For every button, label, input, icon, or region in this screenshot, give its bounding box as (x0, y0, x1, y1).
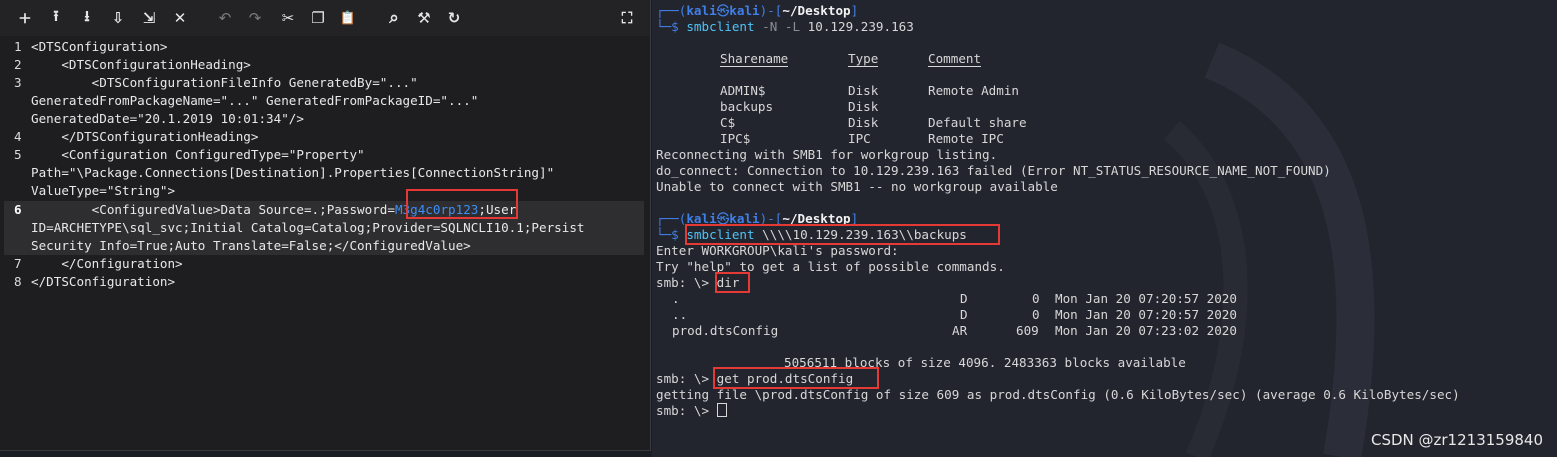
line-text: Security Info=True;Auto Translate=False;… (31, 238, 471, 253)
dir-entry-size: 609 (1016, 323, 1039, 338)
paste-icon[interactable]: 📋 (338, 8, 358, 28)
code-editor-panel: 🞣 ⭱ ⭳ ⇩ ⇲ ✕ ↶ ↷ ✂ ❐ 📋 ⌕ ⚒ ↻ ⛶ 1 <DTSConfi… (0, 0, 651, 451)
line-text: Path="\Package.Connections[Destination].… (31, 165, 555, 180)
share-comment: Remote Admin (928, 83, 1019, 98)
line-number: 5 (14, 147, 22, 162)
goto-icon[interactable]: ↻ (444, 8, 464, 28)
line-text: <DTSConfigurationHeading> (31, 57, 251, 72)
output-line: Unable to connect with SMB1 -- no workgr… (656, 179, 1058, 194)
output-line: Reconnecting with SMB1 for workgroup lis… (656, 147, 998, 162)
share-type: Disk (848, 99, 879, 114)
dir-entry-attr: AR (952, 323, 968, 338)
terminal-window[interactable]: ┌──(kali㉿kali)-[~/Desktop] └─$ smbclient… (652, 0, 1557, 457)
code-line: 1 <DTSConfiguration> (4, 38, 644, 56)
line-number: 1 (14, 39, 22, 54)
line-text: <DTSConfigurationFileInfo GeneratedBy=".… (31, 75, 418, 90)
dir-entry-attr: D (960, 307, 968, 322)
line-text: </DTSConfigurationHeading> (31, 129, 259, 144)
copy-icon[interactable]: ❐ (308, 8, 328, 28)
dir-entry-name: prod.dtsConfig (672, 323, 779, 338)
get-command-highlight-box (713, 367, 879, 389)
line-number: 3 (14, 75, 22, 90)
share-type: Disk (848, 115, 879, 130)
replace-icon[interactable]: ⚒ (414, 8, 434, 28)
dir-entry-date: Mon Jan 20 07:20:57 2020 (1055, 307, 1237, 322)
search-icon[interactable]: ⌕ (384, 8, 404, 28)
code-line-wrap: GeneratedDate="20.1.2019 10:01:34"/> (4, 110, 644, 128)
share-name: ADMIN$ (720, 83, 766, 98)
dir-entry-size: 0 (1032, 291, 1040, 306)
line-text: ID=ARCHETYPE\sql_svc;Initial Catalog=Cat… (31, 220, 585, 235)
code-line: 7 </Configuration> (4, 255, 644, 273)
code-area[interactable]: 1 <DTSConfiguration> 2 <DTSConfigurationH… (4, 37, 644, 449)
cut-icon[interactable]: ✂ (278, 8, 298, 28)
fullscreen-icon[interactable]: ⛶ (617, 8, 637, 28)
dir-entry-date: Mon Jan 20 07:20:57 2020 (1055, 291, 1237, 306)
share-comment: Remote IPC (928, 131, 1004, 146)
redo-icon[interactable]: ↷ (245, 8, 265, 28)
undo-icon[interactable]: ↶ (215, 8, 235, 28)
output-line: Enter WORKGROUP\kali's password: (656, 243, 899, 258)
line-text: ValueType="String"> (31, 183, 176, 198)
dir-entry-attr: D (960, 291, 968, 306)
new-file-icon[interactable]: 🞣 (15, 8, 35, 28)
smb-prompt-line[interactable]: smb: \> (656, 403, 727, 419)
code-line-wrap: Path="\Package.Connections[Destination].… (4, 164, 644, 182)
line-number: 2 (14, 57, 22, 72)
output-line: Try "help" to get a list of possible com… (656, 259, 1005, 274)
dir-entry-size: 0 (1032, 307, 1040, 322)
code-line: 8 </DTSConfiguration> (4, 273, 644, 291)
code-line-wrap: Security Info=True;Auto Translate=False;… (4, 237, 644, 255)
dir-entry-date: Mon Jan 20 07:23:02 2020 (1055, 323, 1237, 338)
smbclient-command-highlight-box (685, 224, 1000, 245)
close-icon[interactable]: ✕ (170, 8, 190, 28)
line-number: 6 (14, 202, 22, 217)
code-line: 4 </DTSConfigurationHeading> (4, 128, 644, 146)
editor-toolbar: 🞣 ⭱ ⭳ ⇩ ⇲ ✕ ↶ ↷ ✂ ❐ 📋 ⌕ ⚒ ↻ ⛶ (0, 0, 650, 36)
share-name: C$ (720, 115, 736, 130)
watermark: CSDN @zr1213159840 (1370, 431, 1543, 449)
upload-icon[interactable]: ⭱ (46, 7, 66, 28)
save-icon[interactable]: ⇩ (108, 8, 128, 28)
output-line: getting file \prod.dtsConfig of size 609… (656, 387, 1460, 402)
line-text: <Configuration ConfiguredType="Property" (31, 147, 365, 162)
password-highlight-box (406, 189, 518, 219)
code-line: 2 <DTSConfigurationHeading> (4, 56, 644, 74)
share-header: Comment (928, 51, 982, 67)
line-text: GeneratedFromPackageName="..." Generated… (31, 93, 479, 108)
share-name: IPC$ (720, 131, 751, 146)
line-number: 7 (14, 256, 22, 271)
line-number: 8 (14, 274, 22, 289)
command-line: └─$ smbclient -N -L 10.129.239.163 (656, 19, 914, 34)
code-line-wrap: ValueType="String"> (4, 182, 644, 200)
terminal-cursor (716, 403, 727, 417)
share-name: backups (720, 99, 774, 114)
code-line: 3 <DTSConfigurationFileInfo GeneratedBy=… (4, 74, 644, 92)
open-icon[interactable]: ⇲ (139, 8, 159, 28)
code-line-wrap: GeneratedFromPackageName="..." Generated… (4, 92, 644, 110)
code-line-current: 6 <ConfiguredValue>Data Source=.;Passwor… (4, 201, 644, 219)
line-text: GeneratedDate="20.1.2019 10:01:34"/> (31, 111, 304, 126)
share-type: IPC (848, 131, 871, 146)
code-line-wrap: ID=ARCHETYPE\sql_svc;Initial Catalog=Cat… (4, 219, 644, 237)
share-comment: Default share (928, 115, 1027, 130)
download-icon[interactable]: ⭳ (77, 7, 97, 28)
dir-entry-name: .. (672, 307, 688, 322)
line-text: </DTSConfiguration> (31, 274, 176, 289)
line-text: </Configuration> (31, 256, 183, 271)
code-line: 5 <Configuration ConfiguredType="Propert… (4, 146, 644, 164)
prompt-line: ┌──(kali㉿kali)-[~/Desktop] (656, 3, 859, 18)
share-header: Type (848, 51, 879, 67)
output-line: do_connect: Connection to 10.129.239.163… (656, 163, 1331, 178)
line-text: <DTSConfiguration> (31, 39, 168, 54)
line-number: 4 (14, 129, 22, 144)
share-header: Sharename (720, 51, 789, 67)
share-type: Disk (848, 83, 879, 98)
dir-command-highlight-box (715, 272, 750, 293)
dir-entry-name: . (672, 291, 680, 306)
